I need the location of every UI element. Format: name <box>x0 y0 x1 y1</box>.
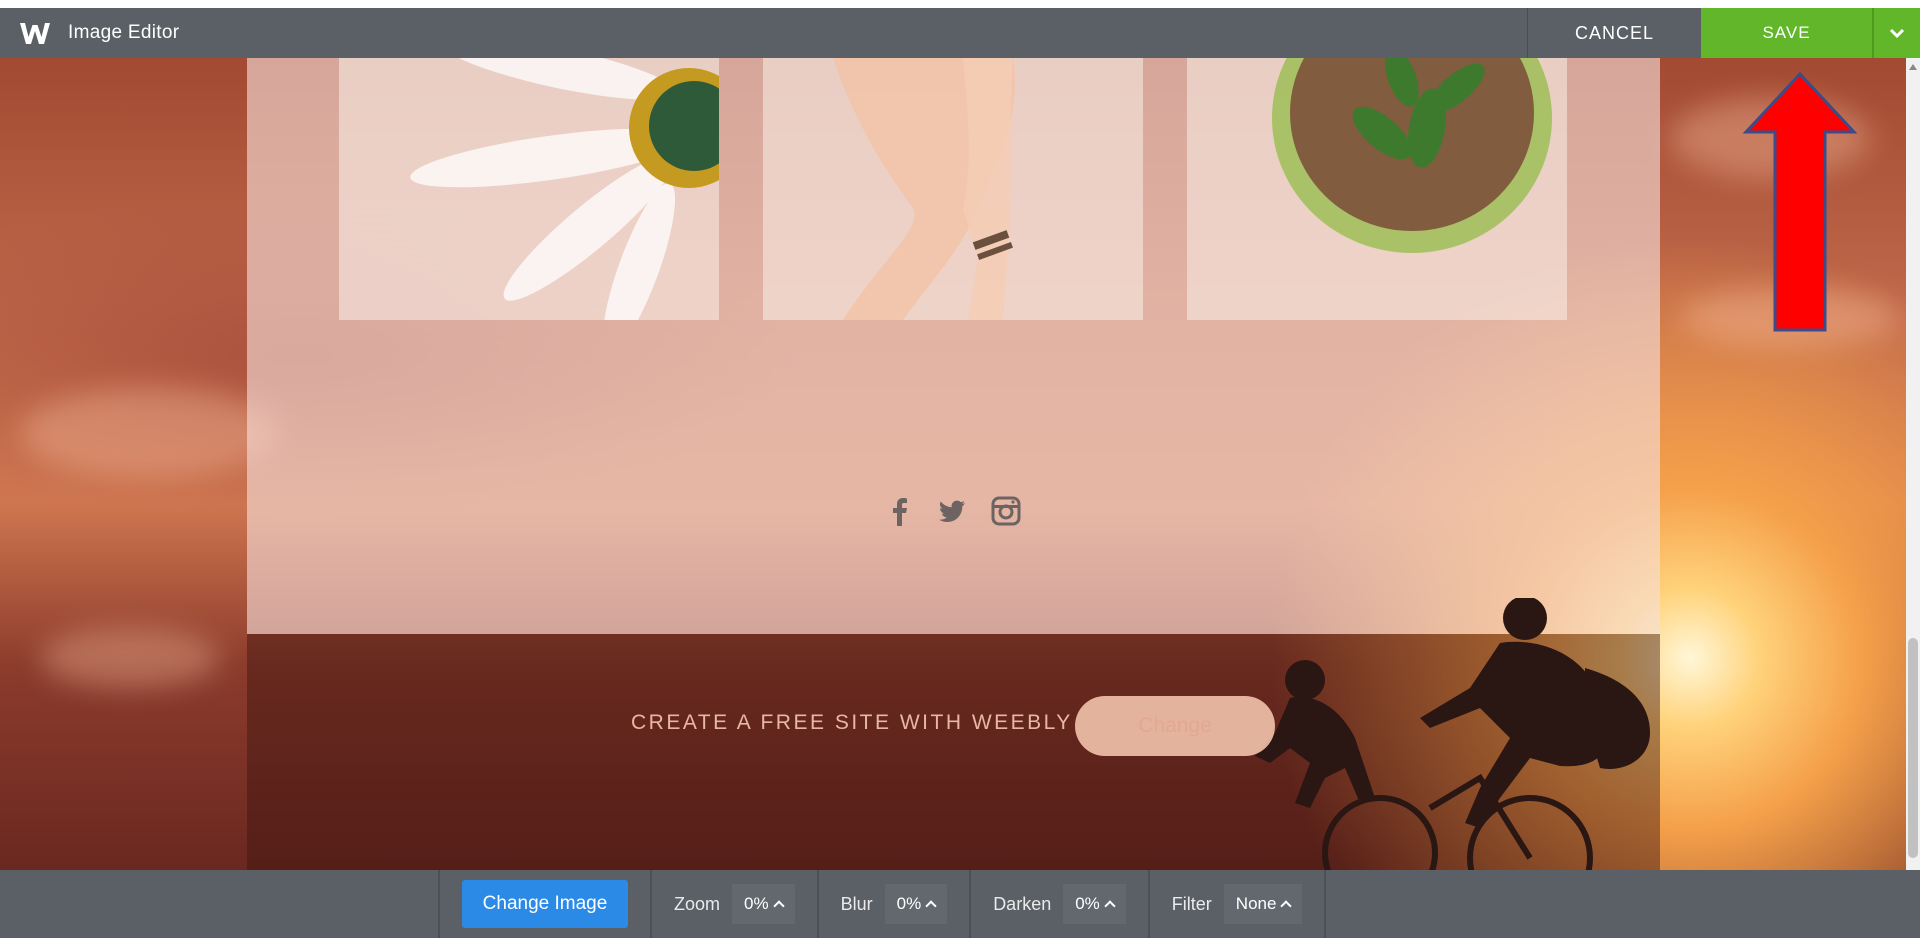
cta-text: CREATE A FREE SITE WITH WEEBLY <box>631 711 1073 734</box>
darken-value-dropdown[interactable]: 0% <box>1063 884 1126 924</box>
site-content-frame <box>247 58 1660 634</box>
blur-value: 0% <box>896 894 922 913</box>
zoom-label: Zoom <box>674 893 721 914</box>
filter-label: Filter <box>1171 893 1212 914</box>
image-preview-canvas[interactable]: CREATE A FREE SITE WITH WEEBLY Change <box>0 58 1920 870</box>
zoom-value: 0% <box>744 894 769 913</box>
chevron-up-icon <box>925 900 937 912</box>
scrollbar-thumb[interactable] <box>1908 638 1918 858</box>
darken-control: Darken 0% <box>971 870 1148 938</box>
blur-label: Blur <box>840 893 873 914</box>
chevron-down-icon <box>1889 28 1905 39</box>
vertical-scrollbar[interactable] <box>1906 58 1920 870</box>
app-title: Image Editor <box>68 22 180 43</box>
blur-value-dropdown[interactable]: 0% <box>884 884 948 924</box>
save-options-dropdown[interactable] <box>1872 8 1920 58</box>
darken-label: Darken <box>993 893 1052 914</box>
cancel-button[interactable]: CANCEL <box>1527 8 1701 58</box>
gallery-photo-hands <box>763 58 1143 320</box>
chevron-up-icon <box>1280 900 1293 912</box>
save-button[interactable]: SAVE <box>1701 8 1872 58</box>
cta-change-button[interactable]: Change <box>1075 696 1275 756</box>
top-bar: Image Editor CANCEL SAVE <box>0 8 1920 58</box>
bottom-toolbar: Change Image Zoom 0% Blur 0% Darken 0% F… <box>0 870 1920 938</box>
weebly-logo-icon <box>16 14 54 52</box>
filter-value: None <box>1235 894 1277 913</box>
annotation-arrow-icon <box>1742 71 1858 332</box>
facebook-icon[interactable] <box>887 496 913 526</box>
filter-value-dropdown[interactable]: None <box>1223 884 1303 924</box>
twitter-icon[interactable] <box>937 496 967 526</box>
gallery-photo-plant <box>1187 58 1567 320</box>
chevron-up-icon <box>772 900 785 912</box>
social-icons <box>247 496 1660 526</box>
scroll-up-arrow-icon[interactable] <box>1909 64 1917 70</box>
blur-control: Blur 0% <box>819 870 970 938</box>
zoom-value-dropdown[interactable]: 0% <box>732 884 795 924</box>
filter-control: Filter None <box>1150 870 1325 938</box>
cyclists-silhouette <box>1255 598 1650 870</box>
darken-value: 0% <box>1075 894 1100 913</box>
change-image-button[interactable]: Change Image <box>462 880 628 928</box>
instagram-icon[interactable] <box>991 496 1021 526</box>
zoom-control: Zoom 0% <box>652 870 817 938</box>
chevron-up-icon <box>1104 900 1116 912</box>
gallery-photo-flower <box>339 58 719 320</box>
